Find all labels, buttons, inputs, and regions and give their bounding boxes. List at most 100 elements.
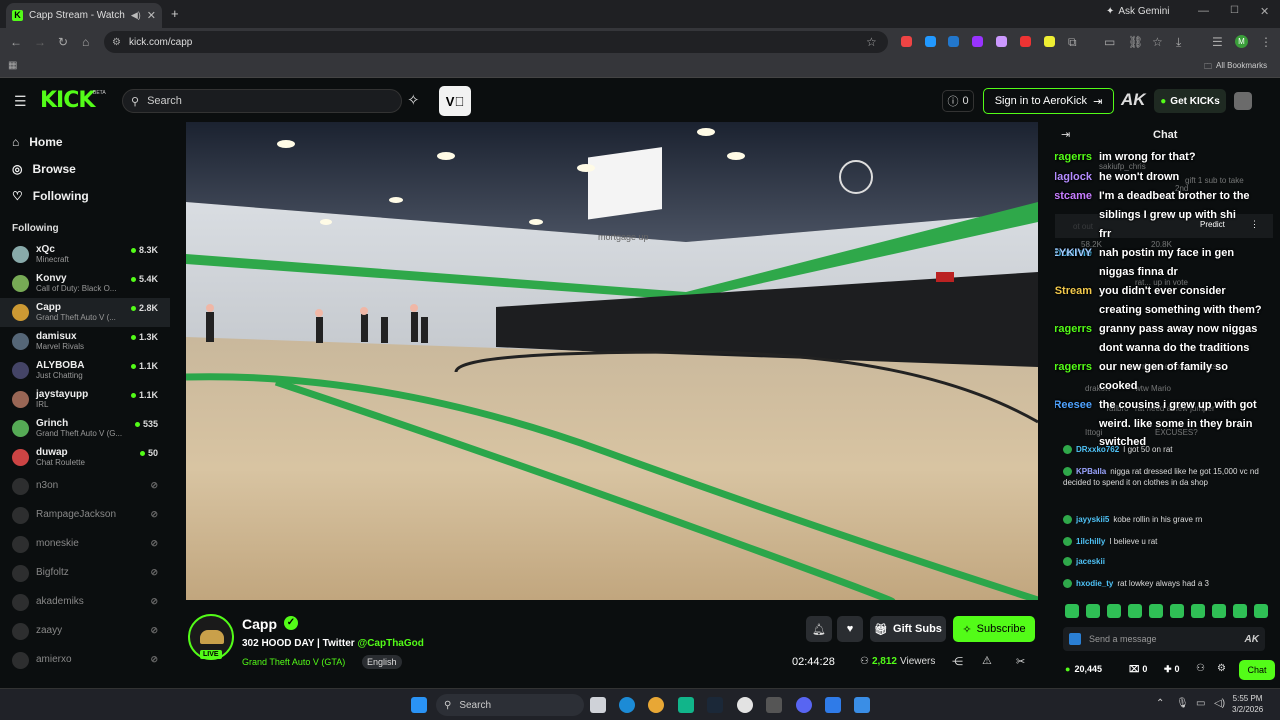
points-counter[interactable]: ● 20,445 <box>1065 664 1102 674</box>
minimize-icon[interactable]: — <box>1198 5 1209 17</box>
window-close-icon[interactable]: ✕ <box>1260 5 1269 18</box>
site-info-icon[interactable]: ⚙ <box>112 37 121 48</box>
chat-username[interactable]: jayyskii5 <box>1076 515 1109 524</box>
forward-icon[interactable]: → <box>34 35 46 49</box>
chat-username[interactable]: KPBalla <box>1076 467 1106 476</box>
following-item-capp[interactable]: Capp Grand Theft Auto V (... 2.8K <box>0 298 170 327</box>
url-field[interactable]: ⚙ kick.com/capp <box>104 31 888 53</box>
following-item-damisux[interactable]: damisux Marvel Rivals 1.3K <box>0 327 170 356</box>
nav-home[interactable]: ⌂ Home <box>0 128 170 155</box>
chat-settings-icon[interactable]: ⚙ <box>1217 663 1226 674</box>
emote-icon[interactable] <box>1170 604 1184 618</box>
category-link[interactable]: Grand Theft Auto V (GTA) <box>242 657 345 667</box>
hamburger-menu-icon[interactable]: ☰ <box>14 93 27 110</box>
overlay-chat-username[interactable]: ICEYKIVY <box>1055 247 1092 259</box>
get-kicks-button[interactable]: ● Get KICKs <box>1154 89 1226 113</box>
vod-icon[interactable]: V⃞ <box>439 86 471 116</box>
search-input[interactable]: ⚲ Search <box>122 89 402 113</box>
emote-icon[interactable] <box>1065 604 1079 618</box>
share-icon[interactable]: ⛓ <box>1128 35 1143 49</box>
report-warning-icon[interactable]: ⚠ <box>982 654 992 667</box>
following-item-zaayy[interactable]: zaayy ⊘ <box>0 617 170 646</box>
download-icon[interactable]: ⤓ <box>1176 35 1181 50</box>
user-profile-icon[interactable]: ⚇ <box>1196 663 1205 674</box>
all-bookmarks-button[interactable]: 🗀 All Bookmarks <box>1204 61 1267 75</box>
signin-aerokick-button[interactable]: Sign in to AeroKick ⇥ <box>983 88 1114 114</box>
following-item-moneskie[interactable]: moneskie ⊘ <box>0 530 170 559</box>
following-item-jaystayupp[interactable]: jaystayupp IRL 1.1K <box>0 385 170 414</box>
app-icon-10[interactable] <box>854 697 870 713</box>
following-item-grinch[interactable]: Grinch Grand Theft Auto V (G... 535 <box>0 414 170 443</box>
overlay-chat-username[interactable]: jevitdaglock <box>1055 171 1092 183</box>
tab-search-icon[interactable]: ☰ <box>1212 35 1223 49</box>
overlay-chat-username[interactable]: ragerrs <box>1055 323 1092 335</box>
back-icon[interactable]: ← <box>10 35 22 49</box>
aerokick-emote-icon[interactable]: AK <box>1245 634 1259 645</box>
gift-counter[interactable]: ⌧ 0 <box>1129 664 1147 675</box>
user-avatar[interactable] <box>1234 92 1252 110</box>
subscribe-button[interactable]: ✧ Subscribe <box>953 616 1035 642</box>
video-player[interactable]: mortgage up <box>186 122 1038 600</box>
channel-name[interactable]: Capp <box>242 616 277 632</box>
emote-icon[interactable] <box>1233 604 1247 618</box>
edge-icon[interactable] <box>619 697 635 713</box>
chat-username[interactable]: jaceskii <box>1076 557 1105 566</box>
emote-icon[interactable] <box>1086 604 1100 618</box>
overlay-chat-username[interactable]: almostcame <box>1055 190 1092 202</box>
notification-bell-button[interactable]: 🔔︎ <box>806 616 832 642</box>
new-tab-button[interactable]: + <box>171 6 179 21</box>
following-item-bigfoltz[interactable]: Bigfoltz ⊘ <box>0 559 170 588</box>
taskbar-search[interactable]: ⚲ Search <box>436 694 584 716</box>
app-icon-6[interactable] <box>737 697 753 713</box>
twitter-link[interactable]: @CapThaGod <box>357 638 423 649</box>
tab-close-icon[interactable]: ✕ <box>147 9 156 22</box>
reload-icon[interactable]: ↻ <box>58 35 68 49</box>
chat-username[interactable]: hxodie_ty <box>1076 579 1113 588</box>
plus-counter[interactable]: ✚ 0 <box>1164 664 1180 675</box>
follow-heart-button[interactable]: ♥ <box>837 616 863 642</box>
home-browser-icon[interactable]: ⌂ <box>82 35 89 49</box>
notifications-button[interactable]: ⓘ 0 <box>942 90 974 112</box>
following-item-konvy[interactable]: Konvy Call of Duty: Black O... 5.4K <box>0 269 170 298</box>
speaker-icon[interactable]: ◀) <box>131 10 141 21</box>
reply-icon[interactable] <box>1069 633 1081 645</box>
following-item-amierxo[interactable]: amierxo ⊘ <box>0 646 170 675</box>
volume-icon[interactable]: ◁) <box>1214 698 1225 709</box>
send-chat-button[interactable]: Chat <box>1239 660 1275 680</box>
emote-icon[interactable] <box>1212 604 1226 618</box>
app-icon-9[interactable] <box>825 697 841 713</box>
emote-icon[interactable] <box>1254 604 1268 618</box>
browser-tab[interactable]: K Capp Stream - Watch Live ... ◀) ✕ <box>6 3 162 28</box>
extensions-puzzle-icon[interactable]: ⧉ <box>1068 35 1077 50</box>
tray-chevron-icon[interactable]: ⌃ <box>1156 698 1164 709</box>
emote-icon[interactable] <box>1149 604 1163 618</box>
apps-grid-icon[interactable]: ▦ <box>8 60 17 71</box>
language-tag[interactable]: English <box>362 655 402 669</box>
extension-icon-3[interactable] <box>948 36 959 47</box>
chat-username[interactable]: 1ilchilly <box>1076 537 1105 546</box>
windows-start-icon[interactable] <box>411 697 427 713</box>
ask-gemini-button[interactable]: ✦ Ask Gemini <box>1106 6 1170 17</box>
share-icon[interactable]: ⋲ <box>952 655 963 668</box>
chrome-icon[interactable] <box>648 697 664 713</box>
profile-avatar[interactable]: M <box>1235 35 1248 48</box>
bookmark-star-icon[interactable]: ☆ <box>866 35 877 49</box>
overlay-chat-username[interactable]: 1DubAStream <box>1055 285 1092 297</box>
emote-icon[interactable] <box>1128 604 1142 618</box>
following-item-xqc[interactable]: xQc Minecraft 8.3K <box>0 240 170 269</box>
extension-icon-1[interactable] <box>901 36 912 47</box>
steam-icon[interactable] <box>707 697 723 713</box>
browser-menu-icon[interactable]: ⋮ <box>1260 35 1272 49</box>
task-view-icon[interactable] <box>590 697 606 713</box>
mic-icon[interactable]: 🎙︎ <box>1176 698 1189 709</box>
extension-icon-5[interactable] <box>996 36 1007 47</box>
following-item-alyboba[interactable]: ALYBOBA Just Chatting 1.1K <box>0 356 170 385</box>
emote-icon[interactable] <box>1107 604 1121 618</box>
extension-icon-2[interactable] <box>925 36 936 47</box>
following-item-duwap[interactable]: duwap Chat Roulette 50 <box>0 443 170 472</box>
gift-subs-button[interactable]: 🎁︎ Gift Subs <box>870 616 946 642</box>
clip-icon[interactable]: ✂ <box>1016 655 1025 668</box>
collapse-chat-icon[interactable]: ⇥ <box>1061 128 1070 141</box>
maximize-icon[interactable]: ☐ <box>1230 5 1239 16</box>
extension-icon-7[interactable] <box>1044 36 1055 47</box>
